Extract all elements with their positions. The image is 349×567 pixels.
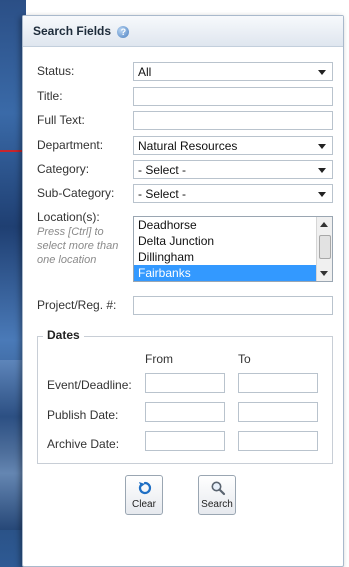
sub-category-row: Sub-Category: - Select - bbox=[37, 184, 349, 203]
search-button[interactable]: Search bbox=[198, 475, 236, 515]
archive-date-from-input[interactable] bbox=[145, 431, 225, 451]
location-hint: Press [Ctrl] to select more than one loc… bbox=[37, 226, 119, 266]
status-select[interactable]: All bbox=[133, 62, 333, 81]
location-listbox[interactable]: Deadhorse Delta Junction Dillingham Fair… bbox=[133, 216, 333, 282]
scrollbar-thumb[interactable] bbox=[319, 235, 331, 259]
search-icon bbox=[211, 481, 226, 496]
sub-category-label: Sub-Category: bbox=[37, 186, 115, 200]
location-option[interactable]: Delta Junction bbox=[134, 233, 316, 249]
department-row: Department: Natural Resources bbox=[37, 136, 349, 155]
chevron-down-icon bbox=[318, 70, 326, 75]
chevron-down-icon bbox=[318, 168, 326, 173]
chevron-down-icon bbox=[318, 144, 326, 149]
dates-title: Dates bbox=[43, 328, 84, 342]
publish-date-to-input[interactable] bbox=[238, 402, 318, 422]
category-select[interactable]: - Select - bbox=[133, 160, 333, 179]
department-select[interactable]: Natural Resources bbox=[133, 136, 333, 155]
panel-title: Search Fields bbox=[33, 24, 112, 38]
status-label: Status: bbox=[37, 64, 75, 78]
event-deadline-to-input[interactable] bbox=[238, 373, 318, 393]
title-row: Title: bbox=[37, 87, 349, 106]
scroll-down-icon[interactable] bbox=[320, 271, 328, 276]
event-deadline-label: Event/Deadline: bbox=[47, 378, 132, 392]
event-deadline-from-input[interactable] bbox=[145, 373, 225, 393]
category-value: - Select - bbox=[138, 163, 187, 177]
status-row: Status: All bbox=[37, 62, 349, 81]
location-label: Location(s): bbox=[37, 210, 100, 224]
category-label: Category: bbox=[37, 162, 90, 176]
to-column-header: To bbox=[238, 352, 251, 366]
title-input[interactable] bbox=[133, 87, 333, 106]
panel-header: Search Fields ? bbox=[23, 16, 343, 47]
location-option[interactable]: Deadhorse bbox=[134, 217, 316, 233]
clear-button[interactable]: Clear bbox=[125, 475, 163, 515]
refresh-icon bbox=[138, 481, 152, 495]
clear-button-label: Clear bbox=[132, 499, 156, 510]
project-reg-label: Project/Reg. #: bbox=[37, 298, 117, 312]
project-reg-input[interactable] bbox=[133, 296, 333, 315]
department-label: Department: bbox=[37, 138, 104, 152]
search-button-label: Search bbox=[201, 499, 233, 510]
scroll-up-icon[interactable] bbox=[320, 222, 328, 227]
from-column-header: From bbox=[145, 352, 173, 366]
sub-category-value: - Select - bbox=[138, 187, 187, 201]
sub-category-select[interactable]: - Select - bbox=[133, 184, 333, 203]
full-text-row: Full Text: bbox=[37, 111, 349, 130]
status-value: All bbox=[138, 65, 152, 79]
project-reg-row: Project/Reg. #: bbox=[37, 296, 349, 315]
category-row: Category: - Select - bbox=[37, 160, 349, 179]
publish-date-label: Publish Date: bbox=[47, 408, 119, 422]
chevron-down-icon bbox=[318, 192, 326, 197]
archive-date-to-input[interactable] bbox=[238, 431, 318, 451]
archive-date-label: Archive Date: bbox=[47, 437, 120, 451]
publish-date-from-input[interactable] bbox=[145, 402, 225, 422]
listbox-scrollbar[interactable] bbox=[316, 217, 332, 281]
full-text-input[interactable] bbox=[133, 111, 333, 130]
help-icon[interactable]: ? bbox=[117, 25, 130, 38]
full-text-label: Full Text: bbox=[37, 113, 85, 127]
department-value: Natural Resources bbox=[138, 139, 238, 153]
location-option[interactable]: Dillingham bbox=[134, 249, 316, 265]
title-label: Title: bbox=[37, 89, 63, 103]
location-option-selected[interactable]: Fairbanks bbox=[134, 265, 316, 281]
